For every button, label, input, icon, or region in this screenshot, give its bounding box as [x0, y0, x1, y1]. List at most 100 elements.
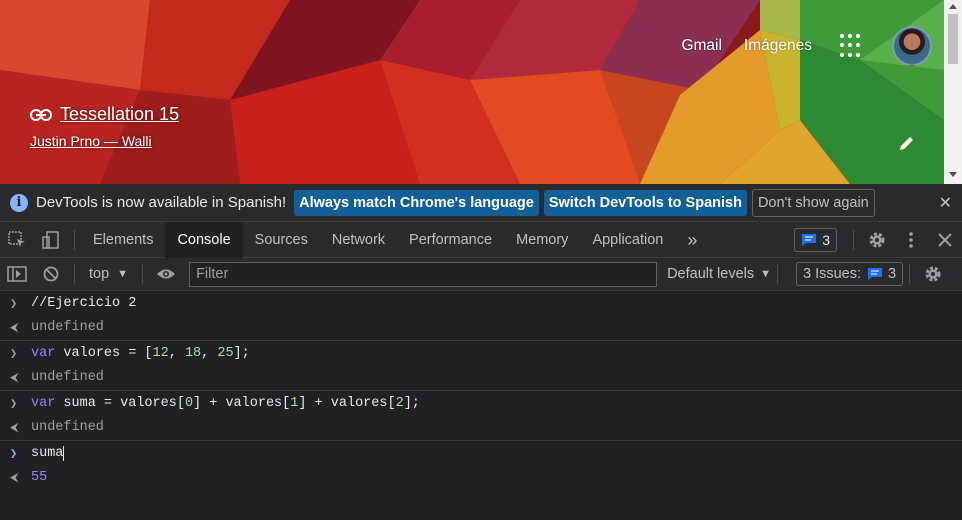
code-token: ] + valores[ — [298, 395, 396, 411]
scrollbar-thumb[interactable] — [948, 14, 958, 64]
number-token: 1 — [290, 395, 299, 411]
wallpaper-attribution: Tessellation 15 Justin Prno — Walli — [30, 104, 179, 149]
gmail-link[interactable]: Gmail — [681, 37, 721, 55]
toolbar-divider — [74, 264, 75, 284]
tab-sources[interactable]: Sources — [243, 222, 320, 258]
device-toolbar-icon[interactable] — [34, 222, 68, 258]
code-token: ] + valores[ — [193, 395, 291, 411]
console-entry: ❯ var valores = [ 12 , 18 , 25 ]; ⮜ unde… — [0, 341, 962, 391]
text-caret — [63, 445, 65, 461]
context-selector[interactable]: top ▼ — [81, 266, 136, 282]
inspect-element-icon[interactable] — [0, 222, 34, 258]
chevron-down-icon: ▼ — [760, 268, 771, 280]
console-settings-gear-icon[interactable] — [916, 256, 950, 292]
clear-console-icon[interactable] — [34, 256, 68, 292]
message-icon — [868, 268, 883, 280]
issues-count: 3 — [822, 231, 830, 248]
console-eager-result-line: ⮜ 55 — [0, 466, 962, 491]
message-icon — [802, 233, 817, 246]
devtools-language-infobar: i DevTools is now available in Spanish! … — [0, 184, 962, 222]
account-avatar[interactable] — [892, 26, 932, 66]
issues-count: 3 — [888, 266, 897, 282]
code-token: valores = [ — [55, 345, 153, 361]
new-tab-page: Gmail Imágenes Tessellation 15 Justin Pr… — [0, 0, 962, 184]
images-link[interactable]: Imágenes — [744, 37, 812, 55]
apps-grid-icon[interactable] — [840, 34, 864, 58]
toolbar-divider — [853, 229, 854, 250]
toolbar-divider — [74, 229, 75, 250]
edit-pencil-icon[interactable] — [898, 134, 916, 152]
number-token: 0 — [184, 395, 194, 411]
console-result-line: ⮜ undefined — [0, 366, 962, 391]
number-token: 2 — [395, 395, 404, 411]
log-levels-dropdown[interactable]: Default levels ▼ — [667, 266, 771, 282]
toolbar-divider — [909, 264, 911, 284]
scroll-up-arrow-icon[interactable] — [949, 4, 957, 9]
issues-counter-button[interactable]: 3 — [794, 227, 837, 252]
tab-performance[interactable]: Performance — [397, 222, 504, 258]
console-result-text: undefined — [31, 320, 104, 336]
console-input-text: //Ejercicio 2 — [31, 295, 137, 311]
code-token: suma = valores[ — [55, 395, 185, 411]
console-prompt-entry[interactable]: ❯ suma ⮜ 55 — [0, 441, 962, 490]
keyword-token: var — [31, 345, 56, 361]
devtools-tabbar: Elements Console Sources Network Perform… — [0, 221, 962, 258]
console-result-text: undefined — [31, 370, 104, 386]
switch-to-spanish-button[interactable]: Switch DevTools to Spanish — [543, 189, 747, 216]
close-devtools-icon[interactable] — [928, 222, 962, 258]
issues-counter-button[interactable]: 3 Issues: 3 — [796, 262, 904, 286]
input-chevron-icon: ❯ — [10, 296, 18, 311]
code-token: , — [168, 345, 185, 361]
console-filter-input[interactable]: Filter — [189, 261, 658, 287]
toolbar-divider — [142, 264, 144, 284]
link-icon — [30, 108, 52, 121]
console-entry: ❯ //Ejercicio 2 ⮜ undefined — [0, 291, 962, 341]
console-result-text: undefined — [31, 420, 104, 436]
dont-show-again-button[interactable]: Don't show again — [751, 188, 875, 217]
console-result-line: ⮜ undefined — [0, 316, 962, 341]
result-arrow-icon: ⮜ — [10, 370, 19, 385]
console-entry: ❯ var suma = valores[ 0 ] + valores[ 1 ]… — [0, 391, 962, 441]
wallpaper-author-link[interactable]: Justin Prno — Walli — [30, 133, 179, 149]
issues-label: 3 Issues: — [803, 266, 862, 282]
code-token: , — [201, 345, 218, 361]
console-prompt-line[interactable]: ❯ suma — [0, 441, 962, 466]
tab-application[interactable]: Application — [580, 222, 675, 258]
code-token: ]; — [233, 345, 250, 361]
toolbar-divider — [777, 264, 778, 284]
input-chevron-icon: ❯ — [10, 396, 18, 411]
more-tabs-button[interactable]: » — [675, 222, 709, 258]
keyword-token: var — [31, 395, 56, 411]
result-arrow-icon: ⮜ — [10, 470, 19, 485]
tab-network[interactable]: Network — [320, 222, 397, 258]
log-levels-label: Default levels — [667, 266, 755, 282]
info-icon: i — [10, 193, 28, 212]
eager-evaluation-result: 55 — [31, 470, 48, 486]
context-value: top — [89, 266, 110, 282]
number-token: 18 — [184, 345, 202, 361]
infobar-message: DevTools is now available in Spanish! — [36, 194, 287, 211]
tab-console[interactable]: Console — [165, 221, 243, 258]
console-toolbar: top ▼ Filter Default levels ▼ 3 Issues: … — [0, 258, 962, 291]
tab-elements[interactable]: Elements — [81, 222, 165, 258]
code-token: ]; — [403, 395, 420, 411]
show-sidebar-icon[interactable] — [0, 256, 34, 292]
console-result-line: ⮜ undefined — [0, 416, 962, 441]
wallpaper-title-link[interactable]: Tessellation 15 — [60, 104, 179, 125]
console-output[interactable]: ❯ //Ejercicio 2 ⮜ undefined ❯ var valore… — [0, 291, 962, 520]
infobar-close-icon[interactable]: ✕ — [939, 193, 952, 213]
live-expression-eye-icon[interactable] — [149, 256, 183, 292]
scroll-down-arrow-icon[interactable] — [949, 172, 957, 177]
console-input-line: ❯ var suma = valores[ 0 ] + valores[ 1 ]… — [0, 391, 962, 416]
page-scrollbar[interactable] — [944, 0, 962, 184]
prompt-chevron-icon: ❯ — [10, 446, 18, 461]
more-options-kebab-icon[interactable] — [894, 222, 928, 258]
chevron-down-icon: ▼ — [117, 268, 129, 280]
tab-memory[interactable]: Memory — [504, 222, 580, 258]
result-arrow-icon: ⮜ — [10, 420, 19, 435]
always-match-language-button[interactable]: Always match Chrome's language — [294, 189, 539, 216]
settings-gear-icon[interactable] — [860, 222, 894, 258]
input-chevron-icon: ❯ — [10, 346, 18, 361]
console-prompt-input[interactable]: suma — [31, 446, 63, 461]
console-input-line: ❯ //Ejercicio 2 — [0, 291, 962, 316]
